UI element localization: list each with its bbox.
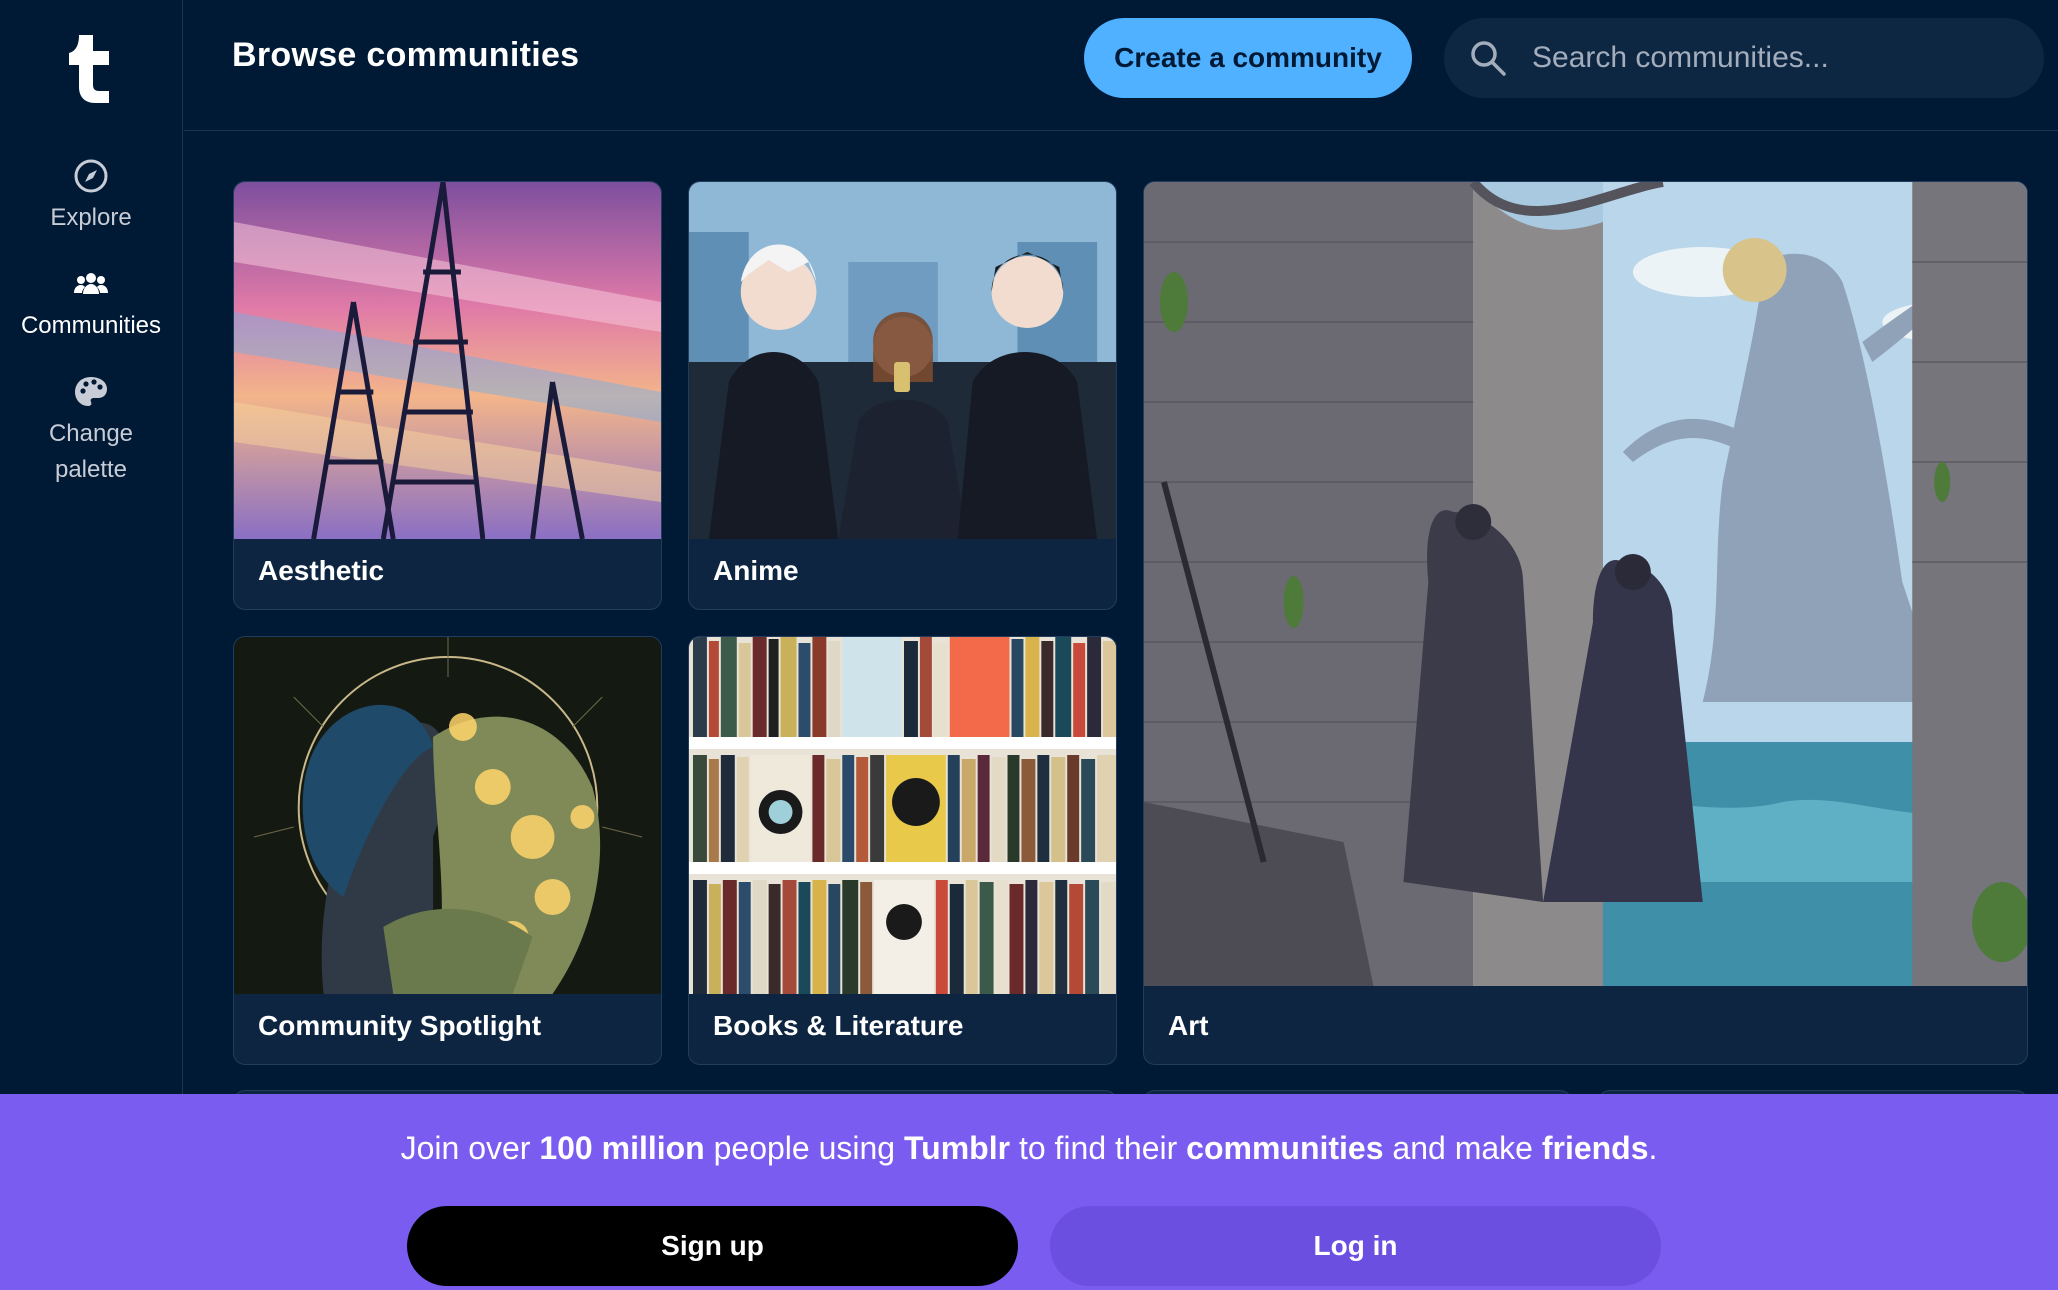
- sign-up-button[interactable]: Sign up: [407, 1206, 1018, 1286]
- sidebar-item-label: Explore: [50, 204, 132, 231]
- palette-icon: [75, 377, 107, 406]
- search-icon: [1471, 41, 1506, 76]
- books-image: [689, 637, 1116, 994]
- anime-image: [689, 182, 1116, 539]
- card-label: Art: [1168, 1010, 1209, 1041]
- sidebar-item-communities[interactable]: Communities: [21, 266, 161, 344]
- card-label: Community Spotlight: [258, 1010, 542, 1041]
- search-box[interactable]: [1444, 18, 2044, 98]
- community-card-books[interactable]: Books & Literature: [688, 636, 1117, 1065]
- page-title: Browse communities: [232, 36, 580, 74]
- compass-icon: [74, 159, 108, 193]
- create-community-button[interactable]: Create a community: [1084, 18, 1412, 98]
- people-icon: [73, 273, 108, 294]
- community-card-art[interactable]: Art: [1143, 181, 2028, 1065]
- tumblr-logo[interactable]: [51, 28, 131, 108]
- log-in-button[interactable]: Log in: [1050, 1206, 1661, 1286]
- search-input[interactable]: [1532, 41, 2012, 75]
- signup-banner: Join over 100 million people using Tumbl…: [0, 1094, 2058, 1290]
- sidebar-item-change-palette[interactable]: Change palette: [16, 374, 166, 488]
- community-card-spotlight[interactable]: Community Spotlight: [233, 636, 662, 1065]
- aesthetic-image: [234, 182, 661, 539]
- sidebar-item-explore[interactable]: Explore: [50, 158, 132, 236]
- tumblr-logo-icon: [69, 35, 109, 103]
- card-label: Aesthetic: [258, 555, 385, 586]
- sidebar-item-label: Change palette: [48, 420, 134, 483]
- header: Browse communities Create a community: [184, 0, 2058, 131]
- spotlight-image: [234, 637, 661, 994]
- community-card-aesthetic[interactable]: Aesthetic: [233, 181, 662, 610]
- community-card-anime[interactable]: Anime: [688, 181, 1117, 610]
- card-label: Books & Literature: [713, 1010, 964, 1041]
- art-image: [1144, 182, 2027, 986]
- card-label: Anime: [713, 555, 799, 586]
- sidebar-item-label: Communities: [20, 312, 162, 339]
- banner-message: Join over 100 million people using Tumbl…: [400, 1130, 1658, 1166]
